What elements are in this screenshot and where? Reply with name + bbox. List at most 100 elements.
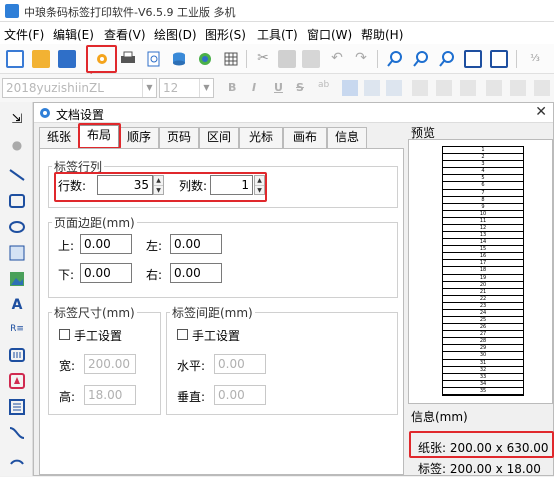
preview-row: 26: [443, 324, 523, 332]
preview-row: 17: [443, 260, 523, 268]
align-bottom-icon[interactable]: [460, 80, 476, 96]
font-name-select[interactable]: 2018yuzishiinZL ▼: [2, 78, 157, 98]
margin-left-input[interactable]: [170, 234, 222, 254]
align-top-icon[interactable]: [412, 80, 428, 96]
label-size-manual-label: 手工设置: [74, 329, 123, 343]
label-size-manual-checkbox[interactable]: [59, 329, 70, 340]
label-width-label: 宽:: [59, 359, 76, 373]
menu-help[interactable]: 帮助(H): [361, 26, 403, 43]
close-icon[interactable]: ✕: [535, 104, 547, 120]
align-right-icon[interactable]: [386, 80, 402, 96]
ellipse-tool-icon[interactable]: [8, 218, 26, 236]
menu-bar: 文件(F) 编辑(E) 查看(V) 绘图(D) 图形(S) 工具(T) 窗口(W…: [0, 22, 554, 44]
line-tool-icon[interactable]: [8, 166, 26, 184]
arc-tool-icon[interactable]: [8, 450, 26, 468]
multiline-text-icon[interactable]: R≡: [8, 320, 26, 338]
label-gap-manual-checkbox[interactable]: [177, 329, 188, 340]
distribute-vertical-icon[interactable]: [510, 80, 526, 96]
polygon-tool-icon[interactable]: [8, 244, 26, 262]
font-size-select[interactable]: 12 ▼: [159, 78, 214, 98]
open-folder-icon[interactable]: [32, 50, 50, 68]
tab-canvas[interactable]: 画布: [283, 127, 327, 148]
print-preview-icon[interactable]: [145, 50, 163, 68]
underline-button[interactable]: U: [274, 81, 283, 94]
label-size-group: 标签尺寸(mm) 手工设置 宽: 高:: [48, 304, 161, 415]
fit-page-icon[interactable]: [464, 50, 482, 68]
align-left-icon[interactable]: [342, 80, 358, 96]
preview-row: 29: [443, 345, 523, 353]
rectangle-tool-icon[interactable]: [8, 192, 26, 210]
preview-row: 13: [443, 232, 523, 240]
tab-order[interactable]: 顺序: [119, 127, 159, 148]
margin-top-input[interactable]: [80, 234, 132, 254]
gap-vertical-input[interactable]: [214, 385, 266, 405]
italic-button[interactable]: I: [252, 81, 256, 94]
margin-right-label: 右:: [146, 268, 163, 282]
paste-icon[interactable]: [302, 50, 320, 68]
label-gap-group: 标签间距(mm) 手工设置 水平: 垂直:: [166, 304, 398, 415]
qrcode-tool-icon[interactable]: [8, 372, 26, 390]
page-margins-group-label: 页面边距(mm): [52, 214, 137, 231]
zoom-in-icon[interactable]: [386, 50, 404, 68]
preview-row: 12: [443, 225, 523, 233]
barcode-tool-icon[interactable]: [8, 346, 26, 364]
menu-draw[interactable]: 绘图(D): [154, 26, 197, 43]
distribute-icon[interactable]: [486, 80, 502, 96]
text-tool-icon[interactable]: A: [8, 296, 26, 314]
margin-right-input[interactable]: [170, 263, 222, 283]
label-width-input[interactable]: [84, 354, 136, 374]
barcode-settings-icon[interactable]: ⅓: [526, 50, 544, 68]
menu-view[interactable]: 查看(V): [104, 26, 146, 43]
preview-row: 3: [443, 161, 523, 169]
tab-cursor[interactable]: 光标: [239, 127, 283, 148]
align-center-icon[interactable]: [364, 80, 380, 96]
tab-page-number[interactable]: 页码: [159, 127, 199, 148]
preview-page: 1 2 3 4 5 6 7 8 9 10 11 12 13 14 15 16 17 18 19 20 21 22 23 24 2…: [442, 146, 524, 396]
pan-icon[interactable]: ●: [8, 136, 26, 154]
menu-tools[interactable]: 工具(T): [257, 26, 298, 43]
print-icon[interactable]: [119, 50, 137, 68]
preview-row: 25: [443, 317, 523, 325]
redo-icon[interactable]: ↷: [352, 50, 370, 68]
zoom-icon[interactable]: [438, 50, 456, 68]
grid-icon[interactable]: [222, 50, 240, 68]
char-spacing-icon[interactable]: ab: [318, 80, 334, 96]
curve-tool-icon[interactable]: [8, 424, 26, 442]
undo-icon[interactable]: ↶: [328, 50, 346, 68]
image-tool-icon[interactable]: [8, 270, 26, 288]
label-size-info: 标签: 200.00 x 18.00: [418, 462, 541, 476]
preview-row: 8: [443, 197, 523, 204]
preview-row: 30: [443, 352, 523, 360]
tab-range[interactable]: 区间: [199, 127, 239, 148]
more-format-icon[interactable]: [534, 80, 550, 96]
preview-row: 35: [443, 388, 523, 395]
bold-button[interactable]: B: [228, 81, 236, 94]
tab-info[interactable]: 信息: [327, 127, 367, 148]
menu-shape[interactable]: 图形(S): [205, 26, 246, 43]
database-icon[interactable]: [170, 50, 188, 68]
gap-horizontal-input[interactable]: [214, 354, 266, 374]
menu-edit[interactable]: 编辑(E): [53, 26, 94, 43]
menu-file[interactable]: 文件(F): [4, 26, 44, 43]
table-tool-icon[interactable]: [8, 398, 26, 416]
app-title: 中琅条码标签打印软件-V6.5.9 工业版 多机: [24, 6, 236, 19]
save-icon[interactable]: [58, 50, 76, 68]
menu-window[interactable]: 窗口(W): [307, 26, 352, 43]
strike-button[interactable]: S: [296, 81, 304, 94]
gap-vertical-label: 垂直:: [177, 390, 206, 404]
format-toolbar: 2018yuzishiinZL ▼ 12 ▼ B I U S ab: [0, 74, 554, 102]
actual-size-icon[interactable]: [490, 50, 508, 68]
preview-row: 28: [443, 338, 523, 346]
margin-bottom-input[interactable]: [80, 263, 132, 283]
web-database-icon[interactable]: [196, 50, 214, 68]
tab-paper[interactable]: 纸张: [39, 127, 79, 148]
label-height-input[interactable]: [84, 385, 136, 405]
copy-icon[interactable]: [278, 50, 296, 68]
select-pointer-icon[interactable]: ⇲: [8, 110, 26, 128]
preview-row: 5: [443, 175, 523, 183]
cut-icon[interactable]: ✂: [254, 50, 272, 68]
align-middle-icon[interactable]: [436, 80, 452, 96]
new-document-icon[interactable]: [6, 50, 24, 68]
zoom-out-icon[interactable]: [412, 50, 430, 68]
dialog-title-bar: 文档设置 ✕: [34, 103, 553, 123]
